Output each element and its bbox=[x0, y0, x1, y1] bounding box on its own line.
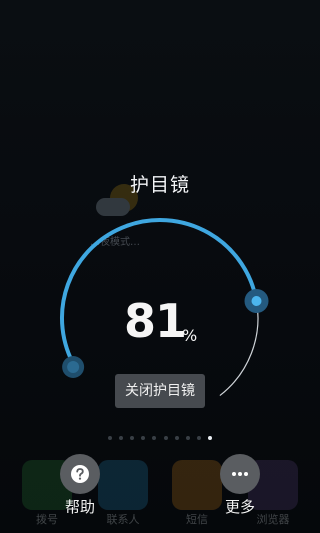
ellipsis-icon bbox=[232, 472, 248, 476]
page-dot bbox=[108, 436, 112, 440]
page-dot bbox=[152, 436, 157, 440]
page-dot bbox=[141, 436, 146, 440]
brightness-value: 81 bbox=[124, 294, 187, 348]
dial-handle-core bbox=[251, 295, 262, 306]
close-eye-protection-button[interactable]: 关闭护目镜 bbox=[115, 374, 205, 408]
dial-start-knob-core bbox=[67, 361, 80, 373]
page-dot bbox=[207, 436, 212, 440]
brightness-readout: 81 % bbox=[120, 296, 210, 346]
question-icon bbox=[71, 465, 89, 483]
help-label: 帮助 bbox=[64, 498, 95, 516]
page-dot bbox=[174, 436, 179, 440]
dial-track bbox=[219, 300, 259, 396]
help-button[interactable] bbox=[60, 454, 100, 494]
page-dot bbox=[119, 436, 124, 440]
page-dot bbox=[185, 436, 190, 440]
page-dot bbox=[130, 436, 135, 440]
page-dot bbox=[196, 436, 201, 440]
brightness-dial[interactable] bbox=[0, 0, 320, 533]
page-dot bbox=[163, 436, 168, 440]
more-button[interactable] bbox=[220, 454, 260, 494]
percent-unit: % bbox=[182, 326, 198, 345]
more-label: 更多 bbox=[224, 498, 255, 516]
page-indicator bbox=[108, 436, 212, 442]
